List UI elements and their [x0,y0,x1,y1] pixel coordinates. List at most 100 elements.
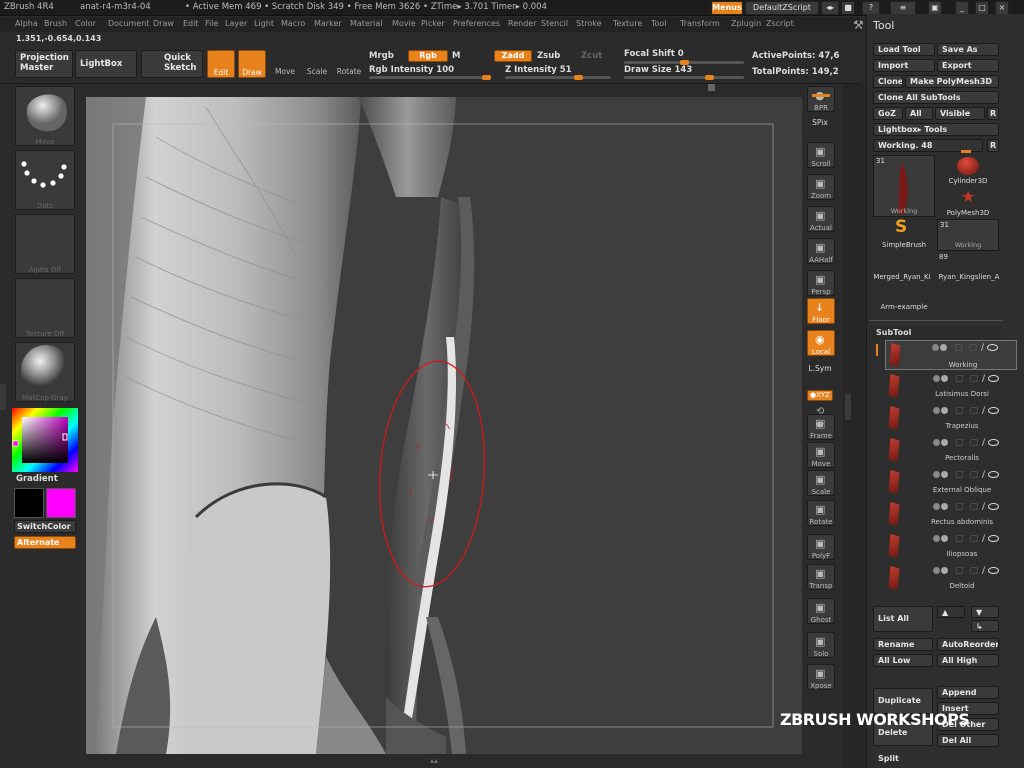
eye-icon[interactable] [988,375,1000,382]
l-sym-button[interactable]: L.Sym [802,364,838,373]
alpha-thumbnail[interactable]: Alpha Off [15,214,75,274]
goz-r-button[interactable]: R [987,107,999,120]
color-picker[interactable] [12,408,78,472]
subtool-item[interactable]: ▢ ▢ ∕ Latisimus Dorsi [885,372,1017,402]
rgb-intensity-slider[interactable] [369,75,491,80]
menu-alpha[interactable]: Alpha [15,19,38,28]
tool-thumb-working-2[interactable]: 31 Working [937,219,999,251]
toggle-icon[interactable] [941,439,948,446]
lock-icon[interactable]: ▢ [955,566,964,576]
maximize-icon[interactable]: □ [975,1,989,15]
export-button[interactable]: Export [937,59,999,72]
subtool-controls[interactable]: ▢ ▢ ∕ [933,534,1015,544]
toggle-icon[interactable] [941,471,948,478]
auto-reorder-button[interactable]: AutoReorder [937,638,999,651]
brush-thumbnail[interactable]: Move [15,86,75,146]
right-tray-handle[interactable] [845,394,851,420]
gradient-label[interactable]: Gradient [16,474,58,484]
minimize-icon[interactable]: _ [955,1,969,15]
tool-thumb-ryan[interactable]: Ryan_Kingslien_A [935,262,1003,284]
paint-icon[interactable]: ▢ [970,566,979,576]
all-low-button[interactable]: All Low [873,654,933,667]
menu-movie[interactable]: Movie [392,19,416,28]
lightbox-button[interactable]: LightBox [75,50,137,78]
close-icon[interactable]: × [995,1,1009,15]
switch-color-button[interactable]: SwitchColor [14,520,76,533]
menu-preferences[interactable]: Preferences [453,19,500,28]
arrow-up-icon[interactable]: ▲ [937,606,965,618]
working-slider-knob[interactable] [961,150,971,153]
secondary-color-swatch[interactable] [46,488,76,518]
paint-icon[interactable]: ▢ [970,470,979,480]
default-zscript-button[interactable]: DefaultZScript [745,1,819,15]
list-all-button[interactable]: List All [873,606,933,632]
subtool-controls[interactable]: ▢ ▢ ∕ [932,343,1014,353]
eye-icon[interactable] [988,471,1000,478]
draw-size-slider[interactable] [624,75,744,80]
subtool-controls[interactable]: ▢ ▢ ∕ [933,374,1015,384]
draw-button[interactable]: Draw [238,50,266,78]
mrgb-button[interactable]: Mrgb [369,51,394,61]
lock-icon[interactable]: ▢ [955,470,964,480]
spix-button[interactable]: SPix [802,118,838,127]
menu-transform[interactable]: Transform [680,19,720,28]
menu-color[interactable]: Color [75,19,96,28]
clone-all-subtools-button[interactable]: Clone All SubTools [873,91,999,104]
toggle-icon[interactable] [933,535,940,542]
menus-button[interactable]: Menus [711,1,743,15]
z-intensity-slider[interactable] [505,75,611,80]
menu-document[interactable]: Document [108,19,149,28]
quick-sketch-button[interactable]: Quick Sketch [141,50,203,78]
alternate-button[interactable]: Alternate [14,536,76,549]
tool-thumb-polymesh[interactable]: ★ PolyMesh3D [937,187,999,219]
split-button[interactable]: Split [873,752,933,765]
layout-icon[interactable]: ≡ [890,1,916,15]
clone-button[interactable]: Clone [873,75,903,88]
toggle-icon[interactable] [933,503,940,510]
brush-icon[interactable]: ∕ [982,566,985,576]
subtool-item[interactable]: ▢ ▢ ∕ Iliopsoas [885,532,1017,562]
lock-icon[interactable]: ▣ [928,1,942,15]
expand-bottom-icon[interactable]: ▴▴ [430,756,438,765]
make-polymesh3d-button[interactable]: Make PolyMesh3D [905,75,999,88]
focal-shift-slider[interactable] [624,60,744,65]
toggle-icon[interactable] [941,535,948,542]
brush-icon[interactable]: ∕ [982,470,985,480]
material-thumbnail[interactable]: MatCap Gray [15,342,75,402]
paint-icon[interactable]: ▢ [970,374,979,384]
brush-icon[interactable]: ∕ [982,502,985,512]
menu-texture[interactable]: Texture [613,19,642,28]
move-down-icon[interactable]: ↳ [971,620,999,632]
toggle-icon[interactable] [933,567,940,574]
subtool-item[interactable]: ▢ ▢ ∕ External Oblique [885,468,1017,498]
paint-icon[interactable]: ▢ [970,438,979,448]
move-button[interactable]: ▣ Move [807,442,835,468]
subtool-item[interactable]: ▢ ▢ ∕ Rectus abdominis [885,500,1017,530]
zcut-button[interactable]: Zcut [581,51,602,61]
subtool-controls[interactable]: ▢ ▢ ∕ [933,406,1015,416]
xyz-symmetry-button[interactable]: ●XYZ [807,390,833,401]
scroll-button[interactable]: ▣ Scroll [807,142,835,168]
subtool-controls[interactable]: ▢ ▢ ∕ [933,470,1015,480]
tool-thumb-cylinder[interactable]: Cylinder3D [937,155,999,187]
eye-icon[interactable] [988,407,1000,414]
zadd-button[interactable]: Zadd [494,50,532,62]
canvas-viewport[interactable] [86,97,802,754]
actual-button[interactable]: ▣ Actual [807,206,835,232]
toggle-icon[interactable] [941,567,948,574]
rotate-button[interactable]: ▣ Rotate [807,500,835,526]
menu-picker[interactable]: Picker [421,19,445,28]
xpose-button[interactable]: ▣ Xpose [807,664,835,690]
toggle-icon[interactable] [933,375,940,382]
help-icon[interactable]: ? [862,1,880,15]
rotate-mode-button[interactable]: Rotate [334,52,364,78]
subtool-item[interactable]: ▢ ▢ ∕ Pectoralis [885,436,1017,466]
lock-icon[interactable]: ▢ [955,406,964,416]
rotation-axis-icon[interactable]: ⟲ [816,406,824,417]
brush-icon[interactable]: ∕ [982,438,985,448]
eye-icon[interactable] [988,503,1000,510]
all-high-button[interactable]: All High [937,654,999,667]
bottom-tray-handle[interactable]: ▴▴ [86,754,802,768]
menu-edit[interactable]: Edit [183,19,199,28]
eye-icon[interactable] [988,535,1000,542]
